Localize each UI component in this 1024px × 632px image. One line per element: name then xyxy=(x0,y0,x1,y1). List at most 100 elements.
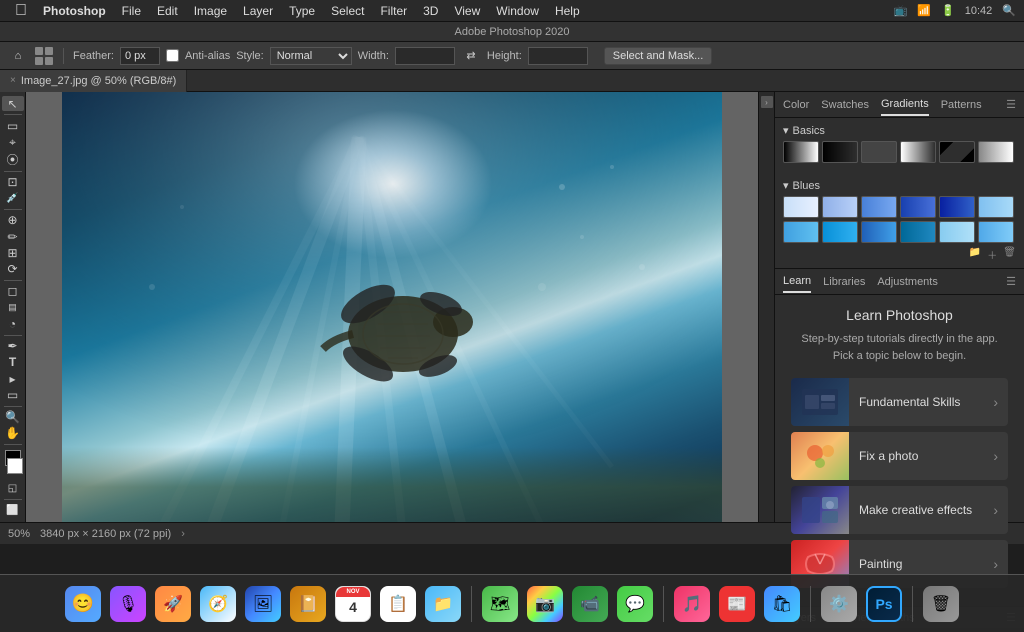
dock-siri[interactable]: 🎙 xyxy=(107,583,149,625)
tab-gradients[interactable]: Gradients xyxy=(881,94,929,116)
gradient-swatch[interactable] xyxy=(822,196,858,218)
dock-reminders[interactable]: 📋 xyxy=(377,583,419,625)
menu-edit[interactable]: Edit xyxy=(150,2,185,20)
menu-image[interactable]: Image xyxy=(187,2,234,20)
quick-select-btn[interactable]: ⦿ xyxy=(2,151,24,168)
antialias-checkbox[interactable] xyxy=(166,49,179,62)
tab-color[interactable]: Color xyxy=(783,95,809,115)
tab-libraries[interactable]: Libraries xyxy=(823,272,865,292)
dock-music[interactable]: 🎵 xyxy=(671,583,713,625)
path-select-btn[interactable]: ▸ xyxy=(2,371,24,386)
tab-learn[interactable]: Learn xyxy=(783,271,811,293)
menu-filter[interactable]: Filter xyxy=(373,2,414,20)
folder-icon[interactable]: 📁 xyxy=(969,247,981,262)
gradient-swatch[interactable] xyxy=(783,141,819,163)
dock-calendar[interactable]: NOV 4 xyxy=(332,583,374,625)
text-btn[interactable]: T xyxy=(2,355,24,370)
tab-swatches[interactable]: Swatches xyxy=(821,95,869,115)
blues-arrow[interactable]: ▾ xyxy=(783,179,789,192)
dock-photoshop[interactable]: Ps xyxy=(863,583,905,625)
search-icon[interactable]: 🔍 xyxy=(1002,4,1016,17)
dock-safari[interactable]: 🧭 xyxy=(197,583,239,625)
pen-btn[interactable]: ✒ xyxy=(2,338,24,353)
gradient-swatch[interactable] xyxy=(861,221,897,243)
gradient-swatch[interactable] xyxy=(822,141,858,163)
apple-menu[interactable]:  xyxy=(8,0,34,22)
dock-system-prefs[interactable]: ⚙️ xyxy=(818,583,860,625)
dock-maps[interactable]: 🗺 xyxy=(479,583,521,625)
blur-btn[interactable]: ◔ xyxy=(2,316,24,331)
gradient-swatch[interactable] xyxy=(978,141,1014,163)
add-gradient-icon[interactable]: ＋ xyxy=(987,247,997,262)
marquee-tool-btn[interactable]: ▭ xyxy=(2,118,24,133)
background-color[interactable] xyxy=(7,458,23,474)
tool-options-icon[interactable] xyxy=(34,46,54,66)
dock-trash[interactable]: 🗑 xyxy=(920,583,962,625)
panel-menu-icon[interactable]: ☰ xyxy=(1006,98,1016,111)
menu-3d[interactable]: 3D xyxy=(416,2,445,20)
basics-arrow[interactable]: ▾ xyxy=(783,124,789,137)
gradient-swatch[interactable] xyxy=(900,196,936,218)
dock-photos-app[interactable]: 🖼 xyxy=(242,583,284,625)
tutorial-fundamental-skills[interactable]: Fundamental Skills › xyxy=(791,378,1008,426)
dock-files[interactable]: 📁 xyxy=(422,583,464,625)
menu-photoshop[interactable]: Photoshop xyxy=(36,2,113,20)
gradient-swatch[interactable] xyxy=(783,196,819,218)
gradient-swatch[interactable] xyxy=(978,221,1014,243)
height-input[interactable] xyxy=(528,47,588,65)
tab-patterns[interactable]: Patterns xyxy=(941,95,982,115)
menu-help[interactable]: Help xyxy=(548,2,587,20)
gradient-swatch[interactable] xyxy=(939,221,975,243)
gradient-swatch[interactable] xyxy=(822,221,858,243)
feather-input[interactable] xyxy=(120,47,160,65)
dock-contacts[interactable]: 📔 xyxy=(287,583,329,625)
menu-window[interactable]: Window xyxy=(489,2,546,20)
gradient-swatch[interactable] xyxy=(978,196,1014,218)
crop-tool-btn[interactable]: ⊡ xyxy=(2,174,24,189)
gradient-swatch[interactable] xyxy=(939,141,975,163)
gradient-swatch[interactable] xyxy=(900,221,936,243)
eraser-btn[interactable]: ◻ xyxy=(2,284,24,299)
tutorial-fix-photo[interactable]: Fix a photo › xyxy=(791,432,1008,480)
learn-menu-icon[interactable]: ☰ xyxy=(1006,275,1016,288)
dock-finder[interactable]: 😊 xyxy=(62,583,104,625)
dock-launchpad[interactable]: 🚀 xyxy=(152,583,194,625)
move-tool-btn[interactable]: ↖ xyxy=(2,96,24,111)
hand-btn[interactable]: ✋ xyxy=(2,426,24,441)
width-input[interactable] xyxy=(395,47,455,65)
gradient-swatch[interactable] xyxy=(900,141,936,163)
tab-adjustments[interactable]: Adjustments xyxy=(877,272,938,292)
gradient-btn[interactable]: ▤ xyxy=(2,300,24,315)
menu-select[interactable]: Select xyxy=(324,2,371,20)
select-mask-button[interactable]: Select and Mask... xyxy=(604,47,713,65)
gradient-swatch[interactable] xyxy=(939,196,975,218)
gradient-swatch[interactable] xyxy=(783,221,819,243)
menu-file[interactable]: File xyxy=(115,2,148,20)
zoom-btn[interactable]: 🔍 xyxy=(2,409,24,424)
eyedropper-btn[interactable]: 💉 xyxy=(2,191,24,206)
gradient-swatch[interactable] xyxy=(861,196,897,218)
style-select[interactable]: Normal Fixed Ratio Fixed Size xyxy=(270,47,352,65)
delete-gradient-icon[interactable]: 🗑 xyxy=(1003,247,1016,262)
collapse-btn[interactable]: › xyxy=(761,96,773,108)
shape-btn[interactable]: ▭ xyxy=(2,387,24,402)
document-tab[interactable]: × Image_27.jpg @ 50% (RGB/8#) xyxy=(0,70,187,92)
swap-icon[interactable]: ⇄ xyxy=(461,46,481,66)
clone-btn[interactable]: ⊞ xyxy=(2,245,24,260)
menu-layer[interactable]: Layer xyxy=(236,2,280,20)
quick-mask-btn[interactable]: ◱ xyxy=(2,481,24,496)
menu-type[interactable]: Type xyxy=(282,2,322,20)
scroll-arrow[interactable]: › xyxy=(181,528,185,540)
doc-close-btn[interactable]: × xyxy=(10,75,16,86)
menu-view[interactable]: View xyxy=(447,2,487,20)
tutorial-creative-effects[interactable]: Make creative effects › xyxy=(791,486,1008,534)
dock-news[interactable]: 📰 xyxy=(716,583,758,625)
brush-btn[interactable]: ✏ xyxy=(2,229,24,244)
history-btn[interactable]: ⟳ xyxy=(2,262,24,277)
dock-messages[interactable]: 💬 xyxy=(614,583,656,625)
dock-photos[interactable]: 📷 xyxy=(524,583,566,625)
lasso-tool-btn[interactable]: ⌖ xyxy=(2,134,24,149)
dock-appstore[interactable]: 🛍 xyxy=(761,583,803,625)
healing-btn[interactable]: ⊕ xyxy=(2,213,24,228)
dock-facetime[interactable]: 📹 xyxy=(569,583,611,625)
